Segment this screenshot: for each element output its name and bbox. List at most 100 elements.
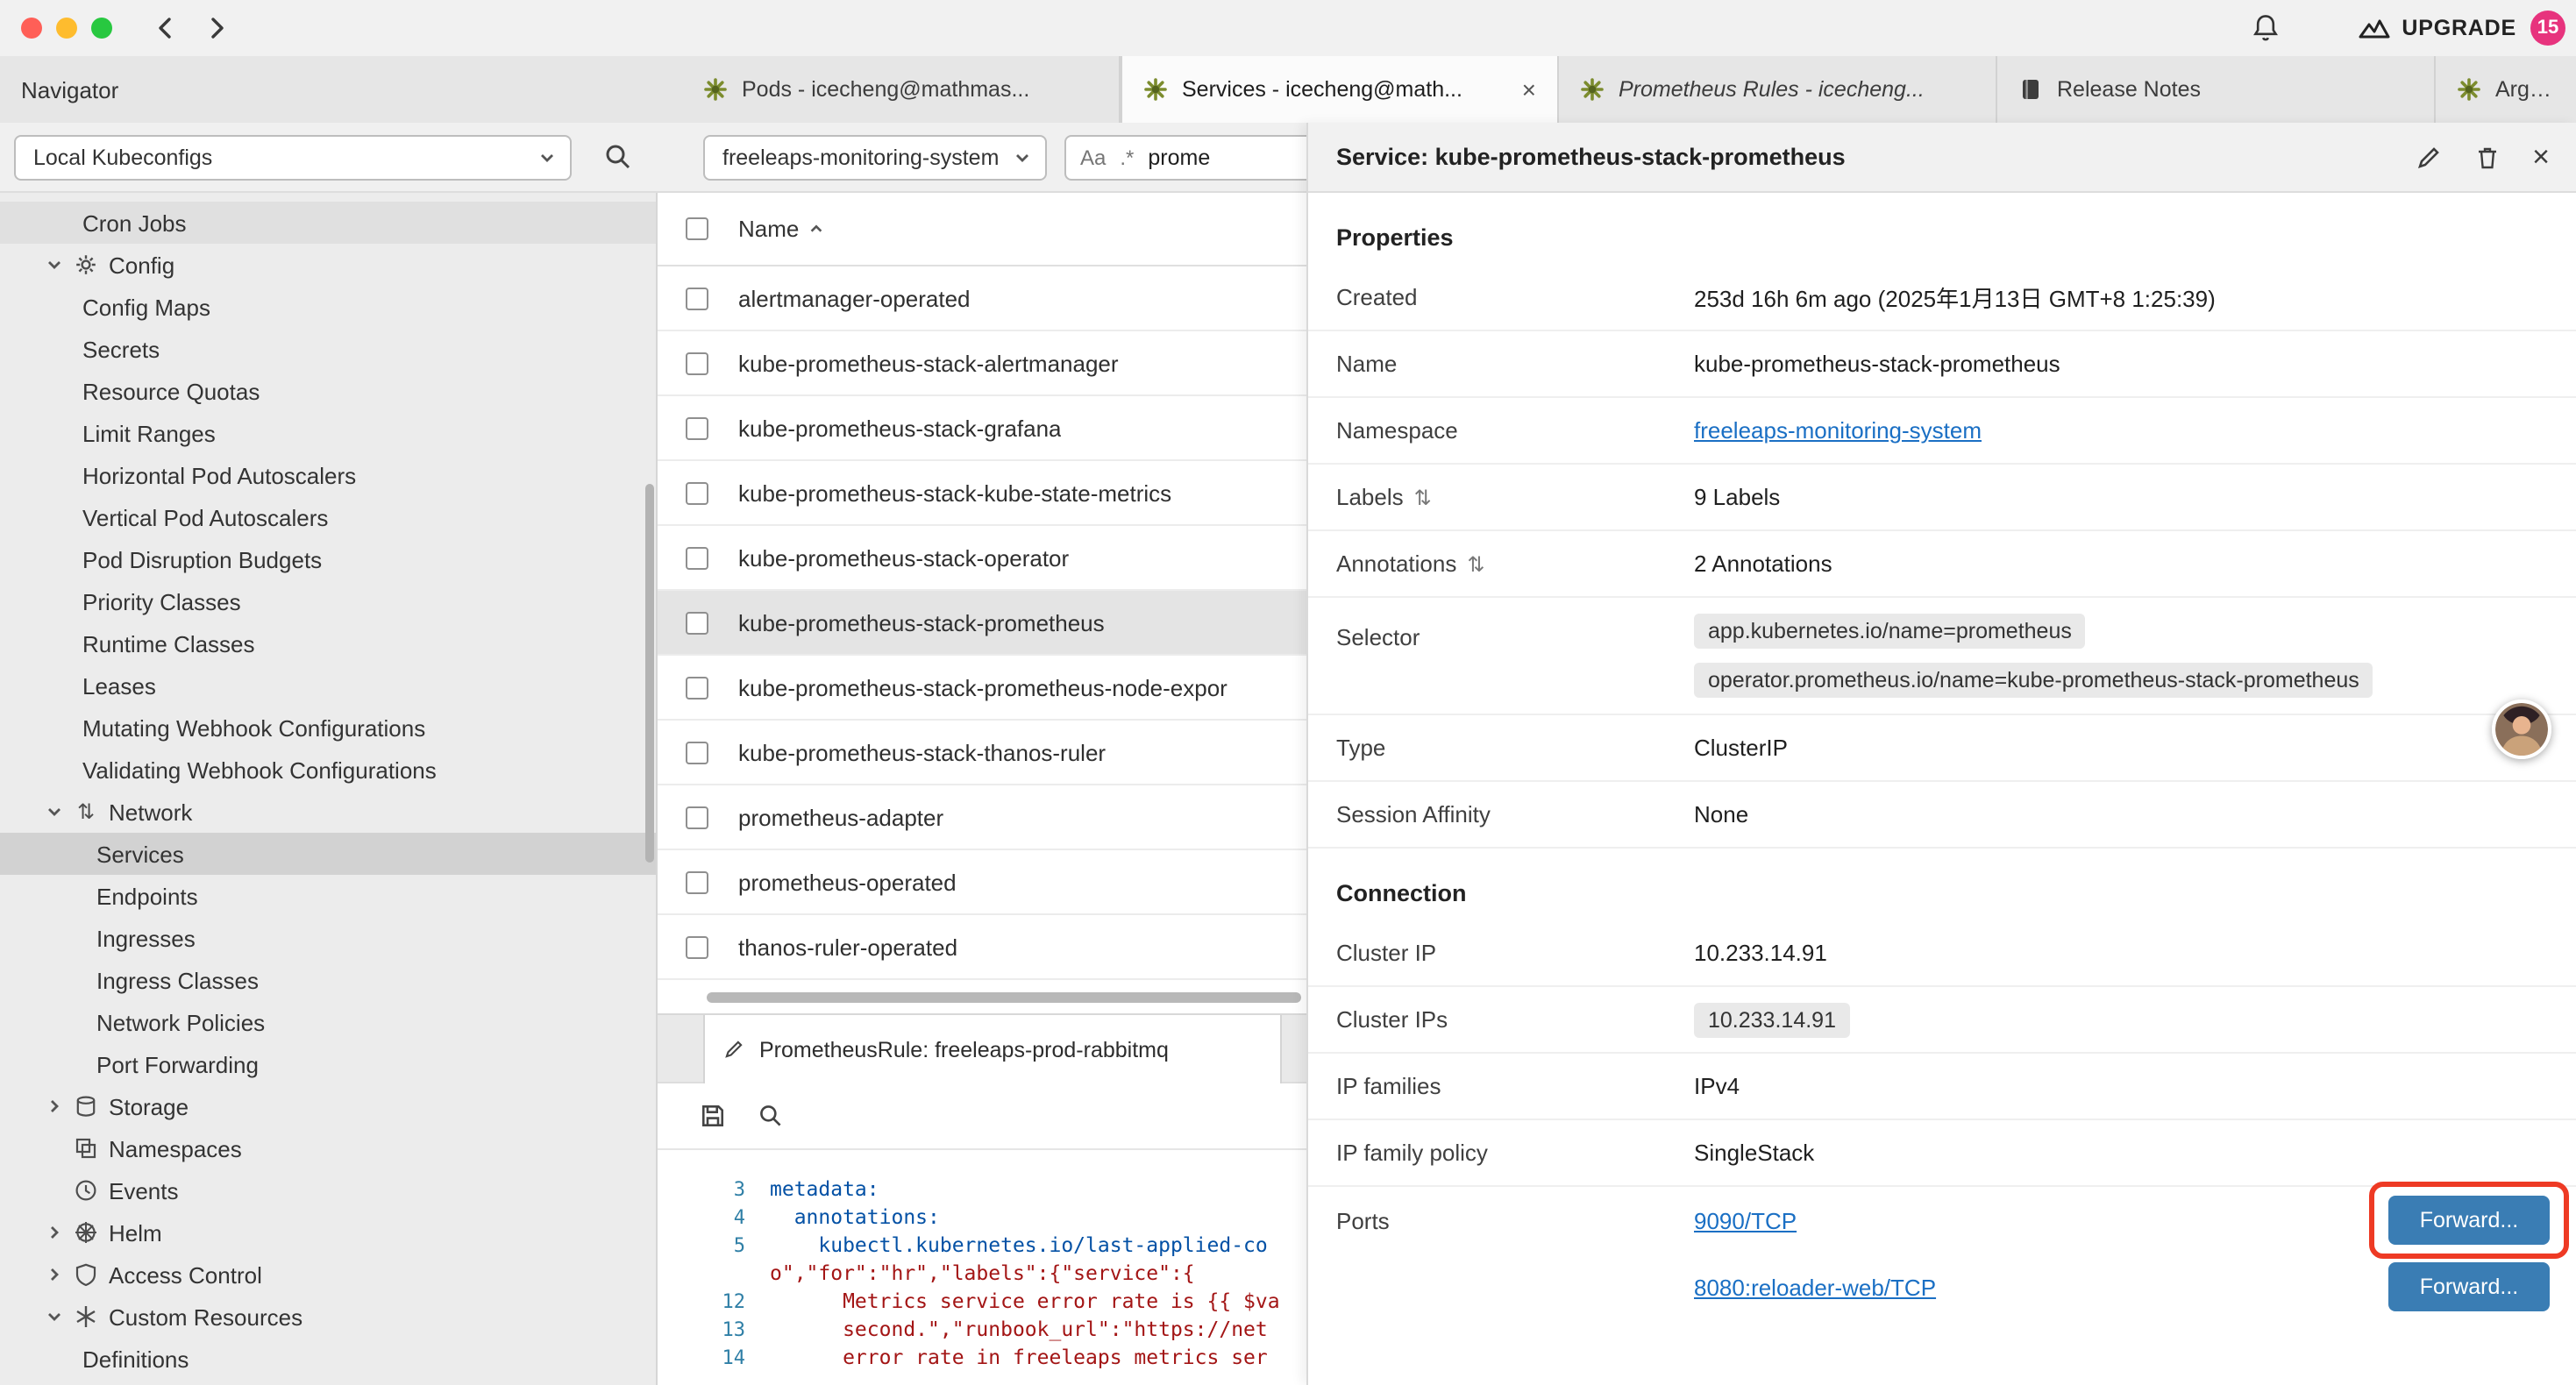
sidebar-item-port-forwarding[interactable]: Port Forwarding xyxy=(0,1043,656,1085)
table-row[interactable]: kube-prometheus-stack-prometheus-node-ex… xyxy=(658,656,1306,721)
forward-button-9090[interactable]: Forward... xyxy=(2388,1196,2550,1245)
namespace-select[interactable]: freeleaps-monitoring-system xyxy=(703,135,1047,181)
table-row[interactable]: prometheus-operated xyxy=(658,850,1306,915)
window-zoom-button[interactable] xyxy=(91,18,112,39)
row-checkbox[interactable] xyxy=(686,481,708,504)
chevron-down-icon xyxy=(46,256,63,273)
port-link-8080[interactable]: 8080:reloader-web/TCP xyxy=(1694,1274,1936,1300)
user-avatar[interactable] xyxy=(2492,700,2551,759)
tab-pods[interactable]: Pods - icecheng@mathmas... xyxy=(682,56,1121,123)
sidebar-item-endpoints[interactable]: Endpoints xyxy=(0,875,656,917)
service-detail-panel: Service: kube-prometheus-stack-prometheu… xyxy=(1306,123,2576,1385)
tab-close-icon[interactable]: × xyxy=(1519,75,1540,103)
sidebar-item-pod-disruption-budgets[interactable]: Pod Disruption Budgets xyxy=(0,538,656,580)
sidebar-item-definitions[interactable]: Definitions xyxy=(0,1338,656,1380)
window-close-button[interactable] xyxy=(21,18,42,39)
cluster-ip-badge: 10.233.14.91 xyxy=(1694,1002,1850,1037)
sidebar-item-resource-quotas[interactable]: Resource Quotas xyxy=(0,370,656,412)
row-checkbox[interactable] xyxy=(686,741,708,764)
table-row-selected[interactable]: kube-prometheus-stack-prometheus xyxy=(658,591,1306,656)
service-name: prometheus-adapter xyxy=(738,804,943,830)
row-checkbox[interactable] xyxy=(686,806,708,828)
sidebar-item-ingress-classes[interactable]: Ingress Classes xyxy=(0,959,656,1001)
expand-sort-icon[interactable]: ⇅ xyxy=(1414,485,1432,509)
sidebar-item-vertical-pod-autoscalers[interactable]: Vertical Pod Autoscalers xyxy=(0,496,656,538)
dock-tab-prometheusrule[interactable]: PrometheusRule: freeleaps-prod-rabbitmq xyxy=(703,1015,1282,1083)
upgrade-button[interactable]: UPGRADE xyxy=(2356,0,2516,56)
sidebar-item-limit-ranges[interactable]: Limit Ranges xyxy=(0,412,656,454)
tab-argo[interactable]: Argo S xyxy=(2436,56,2576,123)
chevron-down-icon xyxy=(46,803,63,820)
forward-icon[interactable] xyxy=(203,14,231,42)
port-link-9090[interactable]: 9090/TCP xyxy=(1694,1207,1797,1233)
sidebar-item-label: Namespaces xyxy=(109,1135,242,1161)
row-checkbox[interactable] xyxy=(686,935,708,958)
save-icon[interactable] xyxy=(700,1103,726,1129)
table-row[interactable]: kube-prometheus-stack-operator xyxy=(658,526,1306,591)
sidebar-item-custom-resources[interactable]: Custom Resources xyxy=(0,1296,656,1338)
table-row[interactable]: prometheus-adapter xyxy=(658,785,1306,850)
sidebar-item-access-control[interactable]: Access Control xyxy=(0,1254,656,1296)
row-checkbox[interactable] xyxy=(686,676,708,699)
tab-services[interactable]: Services - icecheng@math... × xyxy=(1121,56,1559,123)
notification-count-badge[interactable]: 15 xyxy=(2530,11,2565,46)
table-row[interactable]: thanos-ruler-operated xyxy=(658,915,1306,980)
sidebar-item-services[interactable]: Services xyxy=(0,833,656,875)
yaml-editor[interactable]: 3metadata: 4 annotations: 5 kubectl.kube… xyxy=(658,1150,1306,1385)
sidebar-item-validating-webhook-configurations[interactable]: Validating Webhook Configurations xyxy=(0,749,656,791)
sidebar-item-namespaces[interactable]: Namespaces xyxy=(0,1127,656,1169)
sidebar-item-events[interactable]: Events xyxy=(0,1169,656,1211)
window-minimize-button[interactable] xyxy=(56,18,77,39)
sidebar-item-config-maps[interactable]: Config Maps xyxy=(0,286,656,328)
chevron-right-icon xyxy=(46,1266,63,1283)
table-row[interactable]: kube-prometheus-stack-grafana xyxy=(658,396,1306,461)
table-row[interactable]: kube-prometheus-stack-thanos-ruler xyxy=(658,721,1306,785)
table-row[interactable]: kube-prometheus-stack-alertmanager xyxy=(658,331,1306,396)
table-row[interactable]: alertmanager-operated xyxy=(658,266,1306,331)
row-checkbox[interactable] xyxy=(686,870,708,893)
sidebar-item-horizontal-pod-autoscalers[interactable]: Horizontal Pod Autoscalers xyxy=(0,454,656,496)
sidebar-item-config[interactable]: Config xyxy=(0,244,656,286)
sidebar-item-cron-jobs[interactable]: Cron Jobs xyxy=(0,202,656,244)
select-all-checkbox[interactable] xyxy=(686,217,708,240)
close-icon[interactable]: × xyxy=(2532,139,2550,174)
trash-icon[interactable] xyxy=(2474,143,2501,171)
editor-search-icon[interactable] xyxy=(758,1103,784,1129)
expand-sort-icon[interactable]: ⇅ xyxy=(1467,551,1484,576)
tab-release-notes[interactable]: Release Notes xyxy=(1997,56,2436,123)
sidebar-item-priority-classes[interactable]: Priority Classes xyxy=(0,580,656,622)
table-row[interactable]: kube-prometheus-stack-kube-state-metrics xyxy=(658,461,1306,526)
sidebar-item-storage[interactable]: Storage xyxy=(0,1085,656,1127)
edit-pencil-icon[interactable] xyxy=(2415,143,2443,171)
line-number: 5 xyxy=(658,1233,770,1256)
sidebar-item-ingresses[interactable]: Ingresses xyxy=(0,917,656,959)
back-icon[interactable] xyxy=(151,14,179,42)
sidebar-item-secrets[interactable]: Secrets xyxy=(0,328,656,370)
match-case-toggle[interactable]: Aa xyxy=(1080,146,1106,170)
row-checkbox[interactable] xyxy=(686,416,708,439)
row-value: None xyxy=(1694,801,2550,827)
detail-row-ip-families: IP families IPv4 xyxy=(1308,1054,2576,1120)
sidebar-item-helm[interactable]: Helm xyxy=(0,1211,656,1254)
row-label: Cluster IPs xyxy=(1336,1006,1448,1033)
row-checkbox[interactable] xyxy=(686,546,708,569)
horizontal-scrollbar[interactable] xyxy=(707,992,1301,1003)
row-checkbox[interactable] xyxy=(686,287,708,309)
kubeconfig-select[interactable]: Local Kubeconfigs xyxy=(14,135,572,181)
regex-toggle[interactable]: .* xyxy=(1120,146,1134,170)
sidebar-item-leases[interactable]: Leases xyxy=(0,664,656,707)
row-checkbox[interactable] xyxy=(686,611,708,634)
sidebar-item-mutating-webhook-configurations[interactable]: Mutating Webhook Configurations xyxy=(0,707,656,749)
tab-prometheus-rules[interactable]: Prometheus Rules - icecheng... xyxy=(1559,56,1997,123)
forward-button-8080[interactable]: Forward... xyxy=(2388,1262,2550,1311)
sidebar-scrollbar[interactable] xyxy=(645,484,654,863)
sidebar-search-icon[interactable] xyxy=(603,142,633,172)
sidebar-item-runtime-classes[interactable]: Runtime Classes xyxy=(0,622,656,664)
sidebar-item-network[interactable]: ⇅ Network xyxy=(0,791,656,833)
sidebar-item-network-policies[interactable]: Network Policies xyxy=(0,1001,656,1043)
row-checkbox[interactable] xyxy=(686,352,708,374)
dock-tab-partial[interactable] xyxy=(1289,1015,1306,1083)
column-header-name[interactable]: Name xyxy=(738,216,823,242)
namespace-link[interactable]: freeleaps-monitoring-system xyxy=(1694,417,1982,444)
notifications-bell-icon[interactable] xyxy=(2250,12,2281,44)
